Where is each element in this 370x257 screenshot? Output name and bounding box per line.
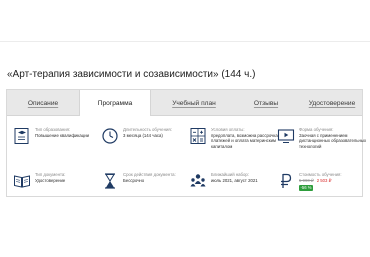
payment-label: Условия оплаты: [211,127,245,132]
validity-label: Срок действия документа: [123,172,176,177]
graduation-cap-icon [13,127,33,145]
duration-label: Длительность обучения: [123,127,172,132]
tab-certificate[interactable]: Удостоверение [303,90,361,116]
tab-curriculum[interactable]: Учебный план [163,90,225,116]
tab-bar: Описание Программа Учебный план Отзывы У… [7,90,362,116]
document-type-label: Тип документа: [35,172,66,177]
payment-value: предоплата, возможна рассрочка платежей … [211,133,278,149]
clock-icon [101,127,121,145]
discount-badge: -56 % [299,185,313,191]
tab-program[interactable]: Программа [79,90,151,116]
validity-value: Бессрочно [123,178,145,183]
duration-value: 3 месяца (144 часа) [123,133,163,138]
enrollment-label: Ближайший набор: [211,172,249,177]
new-price: 2 503 ₽ [316,178,332,183]
tab-reviews[interactable]: Отзывы [251,90,281,116]
cost-label: Стоимость обучения: [299,172,342,177]
enrollment-value: июль 2021, август 2021 [211,178,258,183]
header-divider [0,41,370,42]
document-type-value: Удостоверение [35,178,66,183]
open-book-icon [13,172,33,190]
study-form-label: Форма обучения: [299,127,334,132]
education-type-label: Тип образования: [35,127,71,132]
ruble-icon [277,172,297,190]
education-type-value: Повышение квалификации [35,133,90,138]
tab-description[interactable]: Описание [17,90,69,116]
people-icon [189,172,209,190]
course-info-card: Описание Программа Учебный план Отзывы У… [6,89,366,197]
page-title: «Арт-терапия зависимости и созависимости… [7,69,256,80]
cost-prices: 5 990 ₽2 503 ₽ [299,178,367,183]
hourglass-icon [101,172,121,190]
study-form-value: Заочная с применением дистанционных обра… [299,133,367,149]
calculator-icon [189,127,209,145]
old-price: 5 990 ₽ [299,178,314,183]
monitor-play-icon [277,127,297,145]
